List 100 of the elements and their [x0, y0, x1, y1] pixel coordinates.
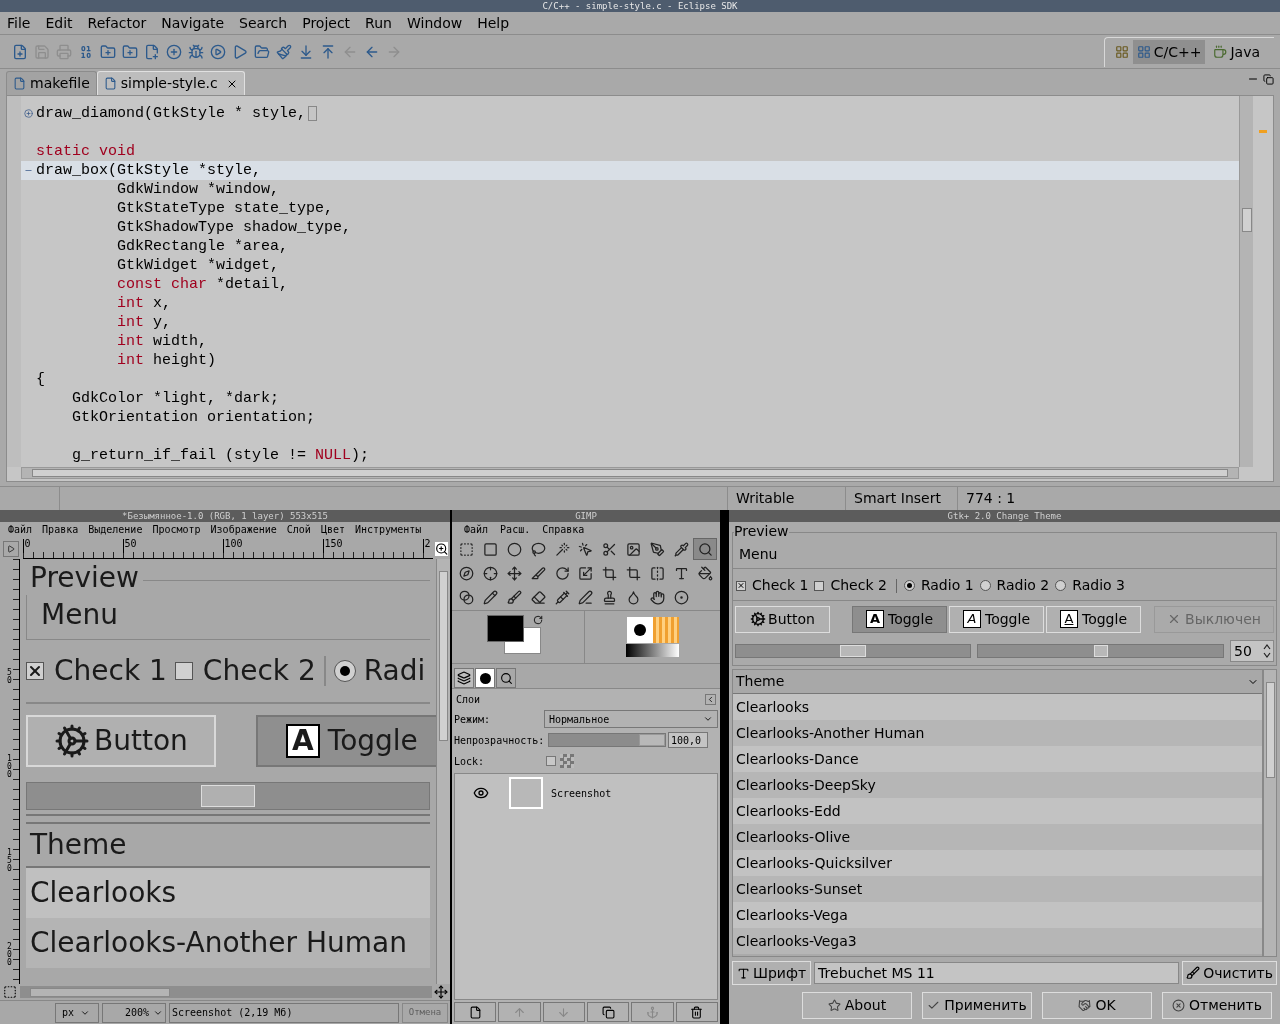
list-item[interactable]: Clearlooks-DeepSky	[733, 772, 1262, 798]
expand-icon[interactable]	[24, 109, 33, 118]
menu-arrow-button[interactable]	[3, 541, 19, 557]
list-item[interactable]: Clearlooks	[733, 694, 1262, 720]
bug-icon[interactable]	[188, 43, 204, 60]
brush-icon[interactable]	[276, 43, 292, 60]
menu-item[interactable]: Search	[239, 13, 288, 33]
button[interactable]: Button	[26, 715, 216, 767]
editor-tab[interactable]: simple-style.c	[96, 71, 245, 95]
vertical-scrollbar[interactable]	[436, 559, 450, 985]
clear-button[interactable]: Очистить	[1182, 961, 1277, 985]
perspective-button[interactable]: C/C++	[1132, 40, 1206, 64]
font-button[interactable]: Шрифт	[732, 961, 812, 985]
dialog-button[interactable]: Отменить	[1162, 991, 1272, 1019]
arrow-down-icon[interactable]	[298, 43, 314, 60]
menu-item[interactable]: Help	[477, 13, 510, 33]
menu-item[interactable]: Инструменты	[355, 521, 422, 537]
play-icon[interactable]	[232, 43, 248, 60]
checkbox[interactable]	[26, 662, 44, 680]
editor-tab[interactable]: makefile	[6, 71, 97, 95]
zoom-dropdown[interactable]: 200%	[102, 1002, 166, 1023]
layer-name[interactable]: Screenshot	[551, 785, 612, 801]
dialog-button[interactable]: About	[802, 991, 912, 1019]
new-file-icon[interactable]	[12, 43, 28, 60]
zoom-tab[interactable]	[496, 668, 516, 688]
checkbox[interactable]	[736, 580, 746, 591]
spin-button[interactable]: 50	[1230, 640, 1274, 662]
overview-marker[interactable]	[1259, 130, 1267, 133]
horizontal-scrollbar[interactable]	[21, 467, 1239, 479]
checkerboard-icon[interactable]	[560, 754, 574, 768]
list-item[interactable]: Clearlooks-Olive	[733, 824, 1262, 850]
folder-open-icon[interactable]	[254, 43, 270, 60]
eye-icon[interactable]	[473, 785, 489, 801]
binary-icon[interactable]	[78, 43, 94, 60]
vertical-scrollbar[interactable]	[1263, 669, 1277, 958]
list-item[interactable]: Clearlooks-Dance	[733, 746, 1262, 772]
file-plus-icon[interactable]	[144, 43, 160, 60]
menu-item[interactable]: Цвет	[320, 521, 345, 537]
menu-item[interactable]: Файл	[464, 521, 489, 537]
brush-preview[interactable]	[626, 617, 653, 643]
menu-item[interactable]: Слой	[286, 521, 311, 537]
menu-item[interactable]: Window	[406, 13, 463, 33]
menu-item[interactable]: Run	[365, 13, 392, 33]
menu-item[interactable]: Выделение	[88, 521, 143, 537]
menu-item[interactable]: Расш.	[500, 521, 531, 537]
radio-button[interactable]	[1055, 580, 1067, 591]
horizontal-scrollbar[interactable]	[977, 644, 1224, 658]
dialog-button[interactable]: OK	[1042, 991, 1152, 1019]
menu-item[interactable]: Refactor	[87, 13, 147, 33]
button[interactable]: Button	[735, 605, 830, 633]
menu-item[interactable]: Menu	[739, 544, 778, 565]
radio-button[interactable]	[979, 580, 991, 591]
font-field[interactable]: Trebuchet MS 11	[814, 962, 1180, 984]
list-item[interactable]: Clearlooks-Sunset	[733, 876, 1262, 902]
toggle-button[interactable]: A Toggle	[949, 605, 1044, 633]
folded-code-marker[interactable]	[308, 106, 318, 121]
navigate-icon[interactable]	[434, 985, 448, 1000]
restore-icon[interactable]	[1263, 74, 1274, 85]
folder-plus-icon[interactable]	[100, 43, 116, 60]
layer-action-button[interactable]	[587, 1002, 630, 1022]
layers-tab[interactable]	[454, 668, 474, 688]
menu-item[interactable]: Справка	[542, 521, 585, 537]
opacity-slider[interactable]	[548, 733, 666, 747]
radio-button[interactable]	[333, 660, 356, 682]
list-item[interactable]: Clearlooks-Another Human	[733, 720, 1262, 746]
list-item[interactable]: Clearlooks-Quicksilver	[733, 850, 1262, 876]
menu-item[interactable]: Navigate	[161, 13, 225, 33]
list-item[interactable]: Clearlooks-Vega3	[733, 928, 1262, 954]
menu-item[interactable]: Project	[302, 13, 351, 33]
menu-item[interactable]: Просмотр	[152, 521, 201, 537]
plus-circle-icon[interactable]	[166, 43, 182, 60]
menu-item[interactable]: Edit	[45, 13, 73, 33]
zoom-icon[interactable]	[434, 542, 448, 556]
toggle-button[interactable]: A Toggle	[852, 605, 947, 633]
vertical-scrollbar[interactable]	[1239, 96, 1253, 467]
layer-thumbnail[interactable]	[509, 777, 543, 809]
dock-menu-icon[interactable]	[705, 693, 716, 705]
list-item[interactable]: Clearlooks-Edd	[733, 798, 1262, 824]
list-header[interactable]: Theme	[26, 822, 430, 868]
play-circle-icon[interactable]	[210, 43, 226, 60]
folder-plus-icon[interactable]	[122, 43, 138, 60]
tool-button[interactable]	[693, 538, 717, 560]
gradient-preview[interactable]	[626, 644, 679, 657]
menu-item[interactable]: Правка	[42, 521, 79, 537]
list-item[interactable]: Clearlooks-Another Human	[26, 918, 430, 968]
menu-item[interactable]: File	[7, 13, 31, 33]
opacity-spinbox[interactable]: 100,0	[668, 732, 708, 748]
perspective-button[interactable]: Java	[1209, 40, 1264, 64]
layer-action-button[interactable]	[675, 1002, 718, 1022]
checkbox[interactable]	[174, 662, 193, 680]
menu-item[interactable]: Файл	[8, 521, 33, 537]
checkbox[interactable]	[814, 580, 825, 591]
lock-checkbox[interactable]	[546, 756, 556, 766]
toggle-button[interactable]: A Toggle	[255, 715, 436, 767]
toggle-button[interactable]: A Toggle	[1046, 605, 1141, 633]
mode-dropdown[interactable]: Нормальное	[544, 710, 718, 728]
horizontal-scrollbar[interactable]	[20, 986, 432, 999]
menu-item[interactable]: Изображение	[210, 521, 277, 537]
spin-arrows-icon[interactable]	[1263, 643, 1271, 659]
list-item[interactable]: Clearlooks	[26, 868, 430, 918]
